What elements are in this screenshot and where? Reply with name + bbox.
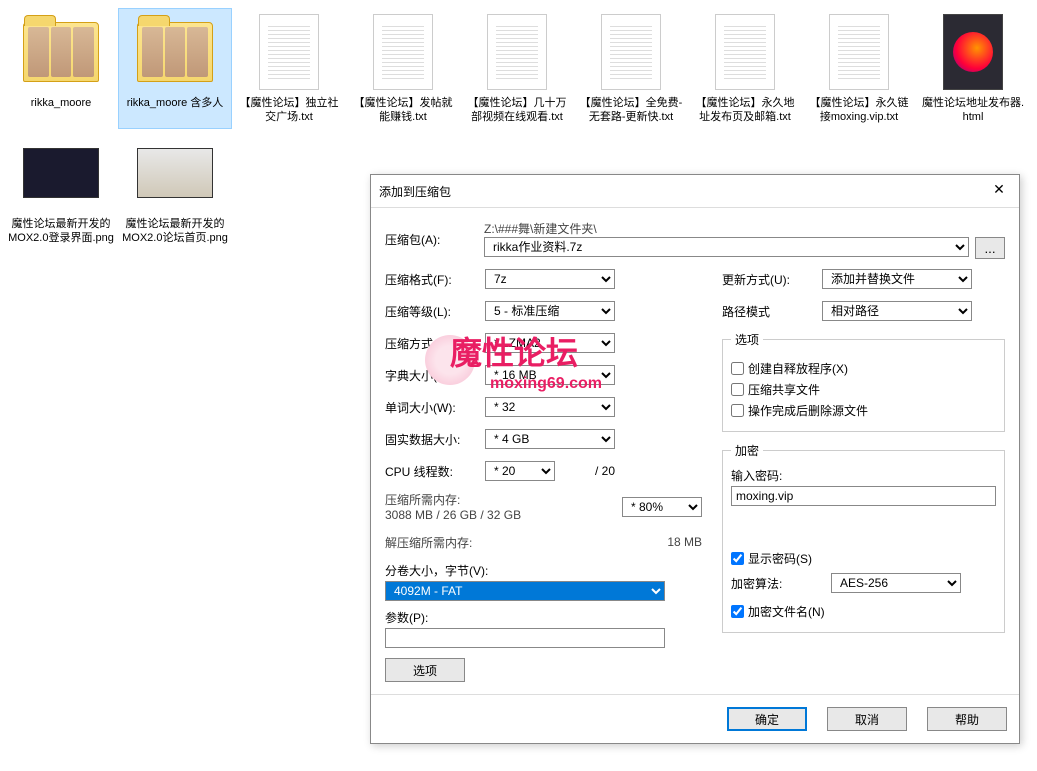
dict-label: 字典大小(D): — [385, 367, 485, 384]
file-label: 【魔性论坛】永久地址发布页及邮箱.txt — [692, 96, 798, 125]
txt-icon — [259, 14, 319, 90]
sfx-label: 创建自释放程序(X) — [748, 360, 848, 377]
solid-label: 固实数据大小: — [385, 431, 485, 448]
mem-compress-label: 压缩所需内存: — [385, 491, 622, 508]
txt-icon — [601, 14, 661, 90]
method-label: 压缩方式(M): — [385, 335, 485, 352]
cancel-button[interactable]: 取消 — [827, 707, 907, 731]
image-icon — [137, 148, 213, 198]
archive-name-input[interactable]: rikka作业资料.7z — [484, 237, 969, 257]
archive-path: Z:\###舞\新建文件夹\ — [484, 220, 1005, 237]
password-input[interactable] — [731, 486, 996, 506]
help-button[interactable]: 帮助 — [927, 707, 1007, 731]
sfx-checkbox[interactable] — [731, 362, 744, 375]
compress-dialog: 添加到压缩包 ✕ 压缩包(A): Z:\###舞\新建文件夹\ rikka作业资… — [370, 174, 1020, 744]
file-item[interactable]: 【魔性论坛】永久链接moxing.vip.txt — [802, 8, 916, 129]
encryption-fieldset: 加密 输入密码: 显示密码(S) 加密算法:AES-256 加密文件名(N) — [722, 442, 1005, 633]
word-label: 单词大小(W): — [385, 399, 485, 416]
level-select[interactable]: 5 - 标准压缩 — [485, 301, 615, 321]
file-item[interactable]: 【魔性论坛】发帖就能赚钱.txt — [346, 8, 460, 129]
format-label: 压缩格式(F): — [385, 271, 485, 288]
update-select[interactable]: 添加并替换文件 — [822, 269, 972, 289]
mem-decompress-value: 18 MB — [667, 535, 702, 549]
show-password-checkbox[interactable] — [731, 552, 744, 565]
firefox-icon — [943, 14, 1003, 90]
shared-label: 压缩共享文件 — [748, 381, 820, 398]
path-label: 路径模式 — [722, 303, 822, 320]
mem-pct-select[interactable]: * 80% — [622, 497, 702, 517]
txt-icon — [829, 14, 889, 90]
path-select[interactable]: 相对路径 — [822, 301, 972, 321]
cpu-select[interactable]: * 20 — [485, 461, 555, 481]
method-select[interactable]: * LZMA2 — [485, 333, 615, 353]
file-item[interactable]: 魔性论坛地址发布器.html — [916, 8, 1030, 129]
cpu-max: / 20 — [595, 464, 615, 478]
split-select[interactable]: 4092M - FAT — [385, 581, 665, 601]
file-item[interactable]: 【魔性论坛】全免费-无套路-更新快.txt — [574, 8, 688, 129]
enc-method-select[interactable]: AES-256 — [831, 573, 961, 593]
file-label: 【魔性论坛】几十万部视频在线观看.txt — [464, 96, 570, 125]
folder-icon — [137, 22, 213, 82]
file-item[interactable]: 【魔性论坛】几十万部视频在线观看.txt — [460, 8, 574, 129]
file-item[interactable]: 魔性论坛最新开发的MOX2.0论坛首页.png — [118, 129, 232, 250]
show-password-label: 显示密码(S) — [748, 550, 812, 567]
txt-icon — [373, 14, 433, 90]
txt-icon — [715, 14, 775, 90]
dict-select[interactable]: * 16 MB — [485, 365, 615, 385]
dialog-title: 添加到压缩包 — [379, 183, 451, 200]
ok-button[interactable]: 确定 — [727, 707, 807, 731]
solid-select[interactable]: * 4 GB — [485, 429, 615, 449]
file-label: 魔性论坛地址发布器.html — [920, 96, 1026, 125]
file-label: 魔性论坛最新开发的MOX2.0论坛首页.png — [122, 217, 228, 246]
format-select[interactable]: 7z — [485, 269, 615, 289]
options-fieldset: 选项 创建自释放程序(X) 压缩共享文件 操作完成后删除源文件 — [722, 331, 1005, 432]
encrypt-filenames-label: 加密文件名(N) — [748, 603, 825, 620]
mem-compress-value: 3088 MB / 26 GB / 32 GB — [385, 508, 622, 522]
file-label: 【魔性论坛】永久链接moxing.vip.txt — [806, 96, 912, 125]
cpu-label: CPU 线程数: — [385, 463, 485, 480]
options-button[interactable]: 选项 — [385, 658, 465, 682]
file-item[interactable]: rikka_moore 含多人 — [118, 8, 232, 129]
level-label: 压缩等级(L): — [385, 303, 485, 320]
file-label: rikka_moore 含多人 — [127, 96, 224, 110]
close-icon[interactable]: ✕ — [987, 181, 1011, 201]
file-label: 【魔性论坛】独立社交广场.txt — [236, 96, 342, 125]
file-item[interactable]: 【魔性论坛】永久地址发布页及邮箱.txt — [688, 8, 802, 129]
image-icon — [23, 148, 99, 198]
encryption-legend: 加密 — [731, 442, 763, 459]
titlebar[interactable]: 添加到压缩包 ✕ — [371, 175, 1019, 208]
params-label: 参数(P): — [385, 609, 702, 626]
delete-checkbox[interactable] — [731, 404, 744, 417]
mem-decompress-label: 解压缩所需内存: — [385, 534, 667, 551]
file-label: rikka_moore — [31, 96, 92, 110]
file-label: 【魔性论坛】全免费-无套路-更新快.txt — [578, 96, 684, 125]
file-label: 【魔性论坛】发帖就能赚钱.txt — [350, 96, 456, 125]
folder-icon — [23, 22, 99, 82]
encrypt-filenames-checkbox[interactable] — [731, 605, 744, 618]
file-label: 魔性论坛最新开发的MOX2.0登录界面.png — [8, 217, 114, 246]
options-legend: 选项 — [731, 331, 763, 348]
file-item[interactable]: 魔性论坛最新开发的MOX2.0登录界面.png — [4, 129, 118, 250]
word-select[interactable]: * 32 — [485, 397, 615, 417]
browse-button[interactable]: ... — [975, 237, 1005, 259]
file-item[interactable]: 【魔性论坛】独立社交广场.txt — [232, 8, 346, 129]
txt-icon — [487, 14, 547, 90]
enc-method-label: 加密算法: — [731, 575, 831, 592]
shared-checkbox[interactable] — [731, 383, 744, 396]
params-input[interactable] — [385, 628, 665, 648]
file-item[interactable]: rikka_moore — [4, 8, 118, 129]
split-label: 分卷大小，字节(V): — [385, 562, 702, 579]
archive-label: 压缩包(A): — [385, 231, 484, 248]
update-label: 更新方式(U): — [722, 271, 822, 288]
delete-label: 操作完成后删除源文件 — [748, 402, 868, 419]
password-label: 输入密码: — [731, 467, 996, 484]
